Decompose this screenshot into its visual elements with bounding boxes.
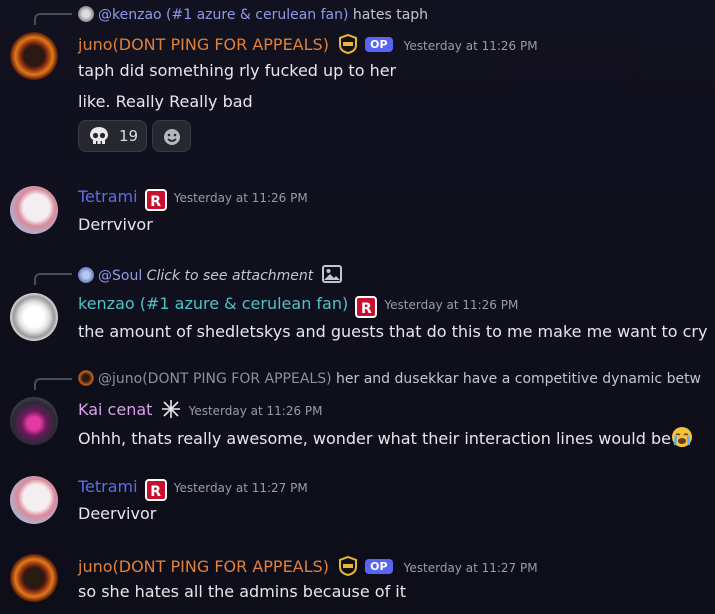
reply-preview[interactable]: @Soul Click to see attachment (78, 265, 342, 287)
sparkle-icon (160, 399, 182, 423)
op-badge: OP (365, 37, 393, 52)
avatar[interactable] (10, 32, 58, 80)
reply-avatar (78, 370, 94, 386)
reply-connector (34, 273, 72, 285)
add-reaction-icon (162, 127, 182, 151)
skull-icon (88, 126, 110, 150)
reaction-chip[interactable]: 19 (78, 120, 147, 152)
server-tag-icon (336, 555, 360, 581)
avatar[interactable] (10, 186, 58, 234)
reply-mention[interactable]: @Soul (98, 268, 142, 284)
avatar[interactable] (10, 476, 58, 524)
reaction-count: 19 (119, 127, 139, 145)
author-name[interactable]: juno(DONT PING FOR APPEALS) (78, 35, 329, 54)
avatar[interactable] (10, 397, 58, 445)
author-name[interactable]: Tetrami (78, 477, 138, 496)
reply-preview[interactable]: @juno(DONT PING FOR APPEALS) her and dus… (78, 370, 701, 387)
reply-connector (34, 378, 72, 390)
author-name[interactable]: Kai cenat (78, 400, 152, 419)
op-badge: OP (365, 559, 393, 574)
message-line: Deervivor (78, 504, 157, 523)
reply-avatar (78, 6, 94, 22)
reply-avatar (78, 267, 94, 283)
message-line: Ohhh, thats really awesome, wonder what … (78, 429, 671, 448)
reply-mention[interactable]: @juno(DONT PING FOR APPEALS) (98, 371, 332, 387)
reply-text[interactable]: Click to see attachment (147, 268, 314, 284)
crying-face-icon (671, 426, 693, 452)
add-reaction-button[interactable] (152, 120, 191, 152)
image-icon (321, 265, 342, 287)
author-name[interactable]: Tetrami (78, 187, 138, 206)
avatar[interactable] (10, 554, 58, 602)
roblox-icon: R (144, 479, 167, 501)
reply-connector (34, 13, 72, 25)
author-name[interactable]: kenzao (#1 azure & cerulean fan) (78, 294, 348, 313)
roblox-icon: R (144, 189, 167, 211)
timestamp: Yesterday at 11:26 PM (173, 191, 308, 205)
avatar[interactable] (10, 293, 58, 341)
reply-text: hates taph (352, 7, 429, 23)
reply-mention[interactable]: @kenzao (#1 azure & cerulean fan) (98, 7, 348, 23)
message-line: Derrvivor (78, 215, 153, 234)
roblox-icon: R (355, 296, 378, 318)
timestamp: Yesterday at 11:26 PM (384, 298, 519, 312)
server-tag-icon (336, 33, 360, 59)
timestamp: Yesterday at 11:26 PM (403, 39, 538, 53)
author-name[interactable]: juno(DONT PING FOR APPEALS) (78, 557, 329, 576)
timestamp: Yesterday at 11:26 PM (188, 404, 323, 418)
timestamp: Yesterday at 11:27 PM (173, 481, 308, 495)
message-line: like. Really Really bad (78, 92, 253, 111)
reply-preview[interactable]: @kenzao (#1 azure & cerulean fan) hates … (78, 6, 428, 23)
timestamp: Yesterday at 11:27 PM (403, 561, 538, 575)
message-line: taph did something rly fucked up to her (78, 61, 397, 80)
message-line: so she hates all the admins because of i… (78, 582, 407, 601)
message-line: the amount of shedletskys and guests tha… (78, 322, 708, 341)
reply-text: her and dusekkar have a competitive dyna… (336, 371, 702, 387)
